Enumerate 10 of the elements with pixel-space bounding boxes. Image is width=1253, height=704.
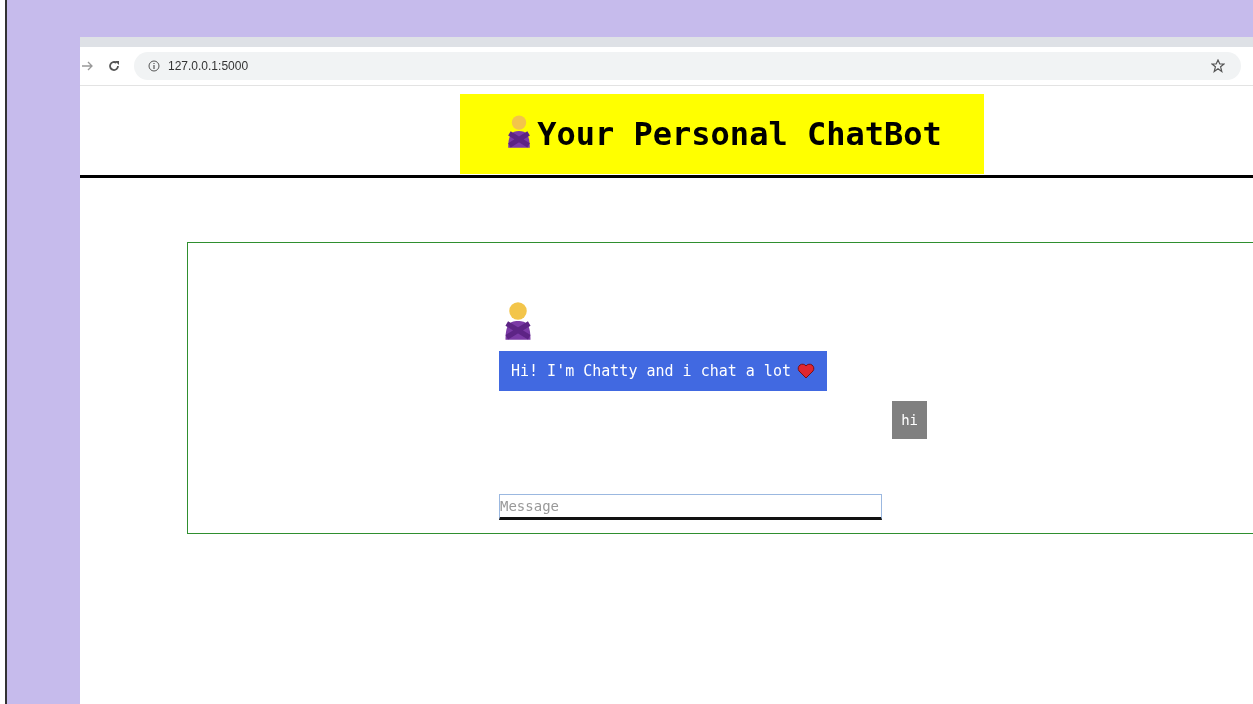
bot-message-text: Hi! I'm Chatty and i chat a lot bbox=[511, 362, 791, 380]
info-icon[interactable] bbox=[148, 60, 160, 72]
reload-icon[interactable] bbox=[108, 60, 120, 72]
url-text[interactable]: 127.0.0.1:5000 bbox=[168, 59, 249, 73]
star-icon[interactable] bbox=[1211, 59, 1225, 73]
user-message: hi bbox=[892, 401, 927, 439]
page-title: Your Personal ChatBot bbox=[537, 115, 942, 153]
heart-icon bbox=[796, 363, 815, 379]
forward-icon[interactable] bbox=[82, 61, 94, 71]
message-input[interactable]: Message bbox=[499, 494, 882, 520]
